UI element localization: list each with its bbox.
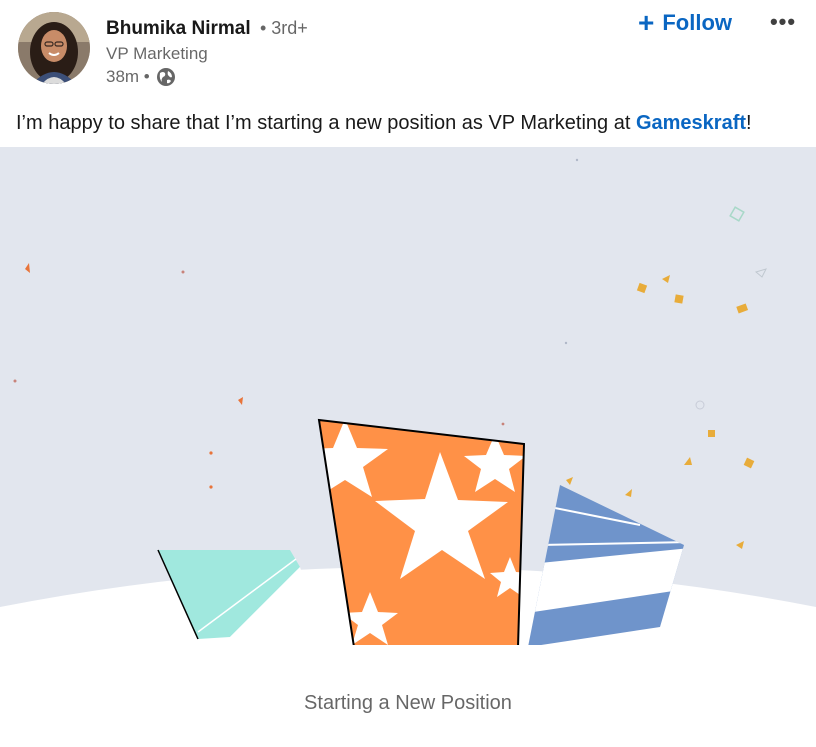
- avatar[interactable]: [18, 12, 90, 84]
- follow-button[interactable]: + Follow: [638, 8, 732, 38]
- company-link[interactable]: Gameskraft: [636, 112, 746, 134]
- illustration-caption: Starting a New Position: [304, 692, 512, 714]
- author-name[interactable]: Bhumika Nirmal: [106, 18, 251, 39]
- connection-degree: • 3rd+: [259, 18, 308, 38]
- author-headline: VP Marketing: [106, 44, 208, 63]
- plus-icon: +: [638, 7, 655, 38]
- more-options-button[interactable]: •••: [768, 8, 798, 36]
- post-text: I’m happy to share that I’m starting a n…: [16, 110, 752, 136]
- post-text-end: !: [746, 112, 752, 134]
- post-meta: 38m •: [106, 67, 176, 87]
- post-illustration[interactable]: [0, 147, 816, 747]
- post-text-body: I’m happy to share that I’m starting a n…: [16, 112, 636, 134]
- follow-label: Follow: [662, 10, 733, 35]
- author-name-row: Bhumika Nirmal • 3rd+: [106, 16, 308, 41]
- post-header: Bhumika Nirmal • 3rd+ VP Marketing 38m •…: [0, 0, 816, 100]
- post-time: 38m •: [106, 67, 150, 86]
- globe-icon: [156, 67, 176, 87]
